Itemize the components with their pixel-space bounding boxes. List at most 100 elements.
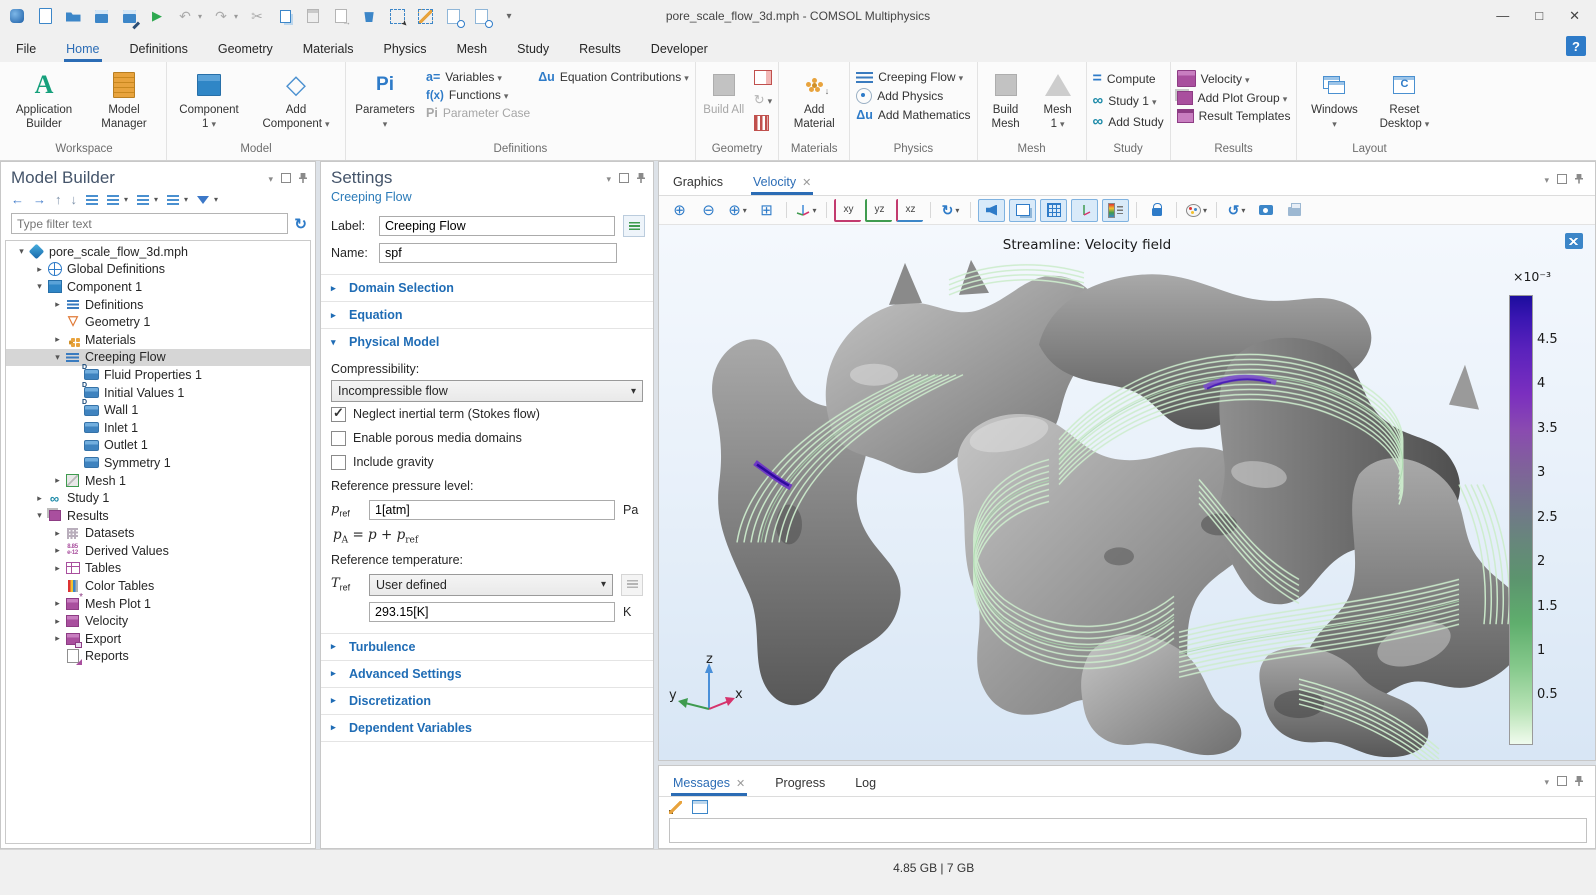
save-as-icon[interactable]: [120, 7, 138, 25]
checkbox-icon[interactable]: [331, 455, 346, 470]
parameters-button[interactable]: Parameters: [352, 66, 418, 131]
snapshot-icon[interactable]: [1253, 200, 1278, 221]
tree-node-export[interactable]: ▸Export: [6, 630, 310, 648]
stokes-flow-checkbox-row[interactable]: Neglect inertial term (Stokes flow): [331, 402, 643, 426]
pin-panel-icon[interactable]: [637, 173, 645, 183]
help-button[interactable]: ?: [1566, 36, 1586, 56]
tree-filter-input[interactable]: [11, 213, 288, 234]
tree-node-color-tables[interactable]: Color Tables: [6, 577, 310, 595]
expand-chevron-icon[interactable]: ▸: [50, 563, 65, 574]
checkbox-checked-icon[interactable]: [331, 407, 346, 422]
close-tab-icon[interactable]: ✕: [736, 778, 745, 790]
expand-chevron-icon[interactable]: ▸: [50, 475, 65, 486]
tree-node-results[interactable]: ▾Results: [6, 507, 310, 525]
move-up-icon[interactable]: ↑: [55, 192, 62, 207]
temperature-options-button[interactable]: [621, 574, 643, 596]
save-icon[interactable]: [92, 7, 110, 25]
panel-menu-icon[interactable]: [1544, 172, 1549, 186]
functions-button[interactable]: Functions: [426, 88, 530, 102]
go-to-xz-view-icon[interactable]: xz: [896, 199, 923, 222]
section-advanced-settings[interactable]: ▸Advanced Settings: [321, 660, 653, 687]
zoom-in-icon[interactable]: [667, 200, 692, 221]
show-grid-icon[interactable]: [1040, 199, 1067, 222]
tree-node-outlet-1[interactable]: Outlet 1: [6, 437, 310, 455]
tree-node-root[interactable]: ▾pore_scale_flow_3d.mph: [6, 243, 310, 261]
panel-menu-icon[interactable]: [268, 171, 273, 185]
qat-more-icon[interactable]: ▾: [500, 7, 518, 25]
tree-node-symmetry-1[interactable]: Symmetry 1: [6, 454, 310, 472]
application-builder-button[interactable]: Application Builder: [8, 66, 80, 131]
plot-window-icon[interactable]: [1565, 233, 1583, 249]
add-study-button[interactable]: Add Study: [1093, 113, 1164, 130]
expand-chevron-icon[interactable]: ▸: [50, 633, 65, 644]
duplicate-icon[interactable]: [332, 7, 350, 25]
add-physics-button[interactable]: Add Physics: [856, 88, 970, 104]
filter-icon[interactable]: [197, 196, 209, 204]
ref-temperature-select[interactable]: User defined: [369, 574, 613, 596]
tree-node-fluid-properties-1[interactable]: Fluid Properties 1: [6, 366, 310, 384]
menu-tab-results[interactable]: Results: [577, 37, 623, 62]
add-material-button[interactable]: Add Material: [785, 66, 843, 131]
tab-log[interactable]: Log: [853, 770, 878, 796]
gravity-checkbox-row[interactable]: Include gravity: [331, 450, 643, 474]
reset-desktop-button[interactable]: C Reset Desktop: [1373, 66, 1435, 131]
show-color-legend-icon[interactable]: [1102, 199, 1129, 222]
expand-chevron-icon[interactable]: ▸: [50, 616, 65, 627]
close-tab-icon[interactable]: ✕: [802, 177, 811, 189]
messages-output[interactable]: [669, 818, 1587, 843]
preview-all-icon[interactable]: [472, 7, 490, 25]
name-input[interactable]: [379, 243, 617, 263]
new-file-icon[interactable]: [36, 7, 54, 25]
tree-node-inlet-1[interactable]: Inlet 1: [6, 419, 310, 437]
show-icon[interactable]: [86, 195, 98, 205]
tree-node-global-definitions[interactable]: ▸Global Definitions: [6, 261, 310, 279]
collapse-icon[interactable]: [137, 195, 149, 205]
tree-node-component-1[interactable]: ▾Component 1: [6, 278, 310, 296]
tab-velocity[interactable]: Velocity✕: [751, 169, 813, 195]
float-panel-icon[interactable]: [281, 173, 291, 183]
tab-messages[interactable]: Messages✕: [671, 770, 747, 796]
open-file-icon[interactable]: [64, 7, 82, 25]
tree-node-study-1[interactable]: ▸Study 1: [6, 489, 310, 507]
menu-tab-developer[interactable]: Developer: [649, 37, 710, 62]
transparency-icon[interactable]: [1009, 199, 1036, 222]
node-text-icon[interactable]: [167, 195, 179, 205]
tree-node-materials[interactable]: ▸Materials: [6, 331, 310, 349]
default-view-icon[interactable]: [794, 200, 819, 221]
undo-icon[interactable]: ↶: [176, 7, 194, 25]
go-to-yz-view-icon[interactable]: yz: [865, 199, 892, 222]
panel-menu-icon[interactable]: [606, 171, 611, 185]
paste-icon[interactable]: [304, 7, 322, 25]
collapse-chevron-icon[interactable]: ▾: [32, 281, 47, 292]
expand-chevron-icon[interactable]: ▸: [50, 334, 65, 345]
tree-node-datasets[interactable]: ▸Datasets: [6, 525, 310, 543]
expand-chevron-icon[interactable]: ▸: [50, 528, 65, 539]
tree-node-velocity[interactable]: ▸Velocity: [6, 612, 310, 630]
tree-node-creeping-flow[interactable]: ▾Creeping Flow: [6, 349, 310, 367]
redo-caret-icon[interactable]: ▾: [234, 12, 238, 21]
collapse-chevron-icon[interactable]: ▾: [14, 246, 29, 257]
expand-chevron-icon[interactable]: ▸: [32, 493, 47, 504]
result-templates-button[interactable]: Result Templates: [1177, 109, 1291, 123]
component-1-button[interactable]: Component 1: [173, 66, 245, 131]
forward-icon[interactable]: →: [33, 192, 46, 207]
tab-progress[interactable]: Progress: [773, 770, 827, 796]
clear-messages-icon[interactable]: [669, 801, 682, 814]
print-icon[interactable]: [1282, 200, 1307, 221]
tree-node-initial-values-1[interactable]: Initial Values 1: [6, 384, 310, 402]
zoom-extents-icon[interactable]: [754, 200, 779, 221]
section-equation[interactable]: ▸Equation: [321, 301, 653, 328]
virtual-operations-icon[interactable]: [754, 115, 769, 131]
label-input[interactable]: [379, 216, 615, 236]
clear-selection-icon[interactable]: [416, 7, 434, 25]
minimize-icon[interactable]: —: [1496, 8, 1509, 24]
maximize-icon[interactable]: □: [1535, 8, 1543, 24]
expand-chevron-icon[interactable]: ▸: [32, 264, 47, 275]
collapse-chevron-icon[interactable]: ▾: [32, 510, 47, 521]
tree-node-derived-values[interactable]: ▸8.85e-12Derived Values: [6, 542, 310, 560]
redo-icon[interactable]: ↷: [212, 7, 230, 25]
preview-selection-icon[interactable]: [444, 7, 462, 25]
show-axis-orientation-icon[interactable]: [1071, 199, 1098, 222]
model-manager-button[interactable]: Model Manager: [88, 66, 160, 131]
section-turbulence[interactable]: ▸Turbulence: [321, 633, 653, 660]
